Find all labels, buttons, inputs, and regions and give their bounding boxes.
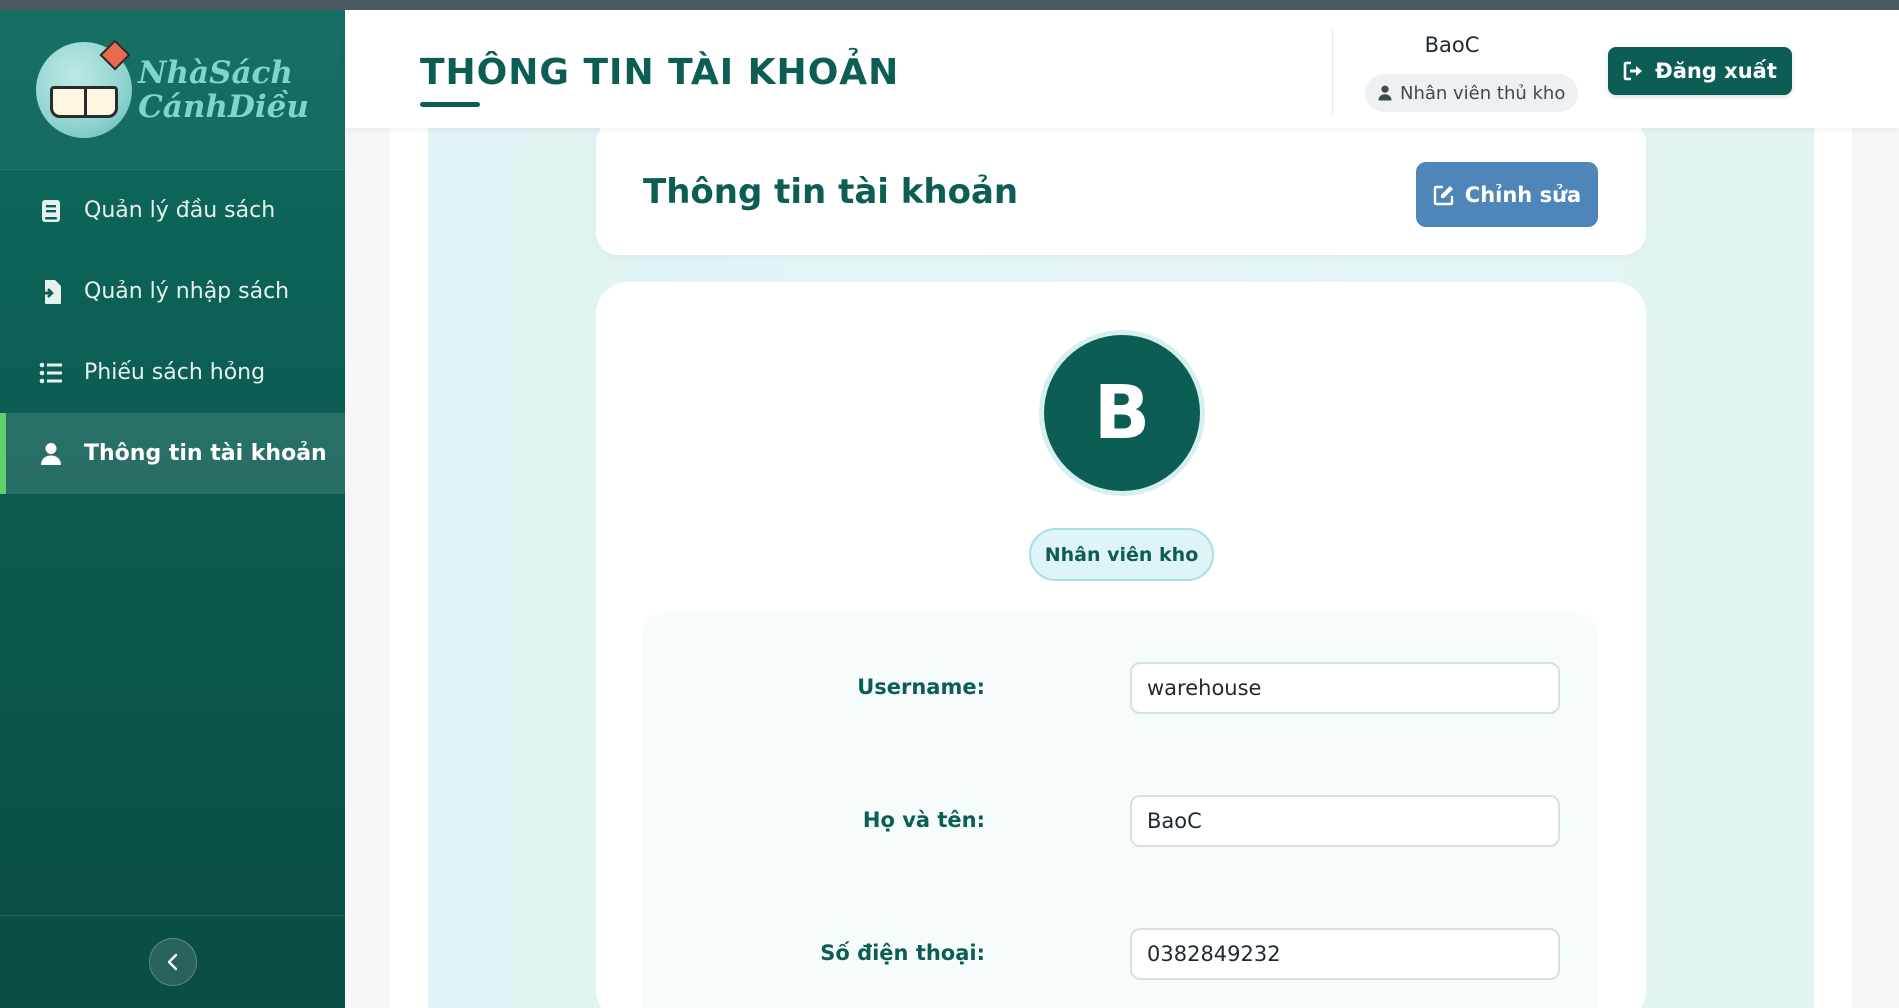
sidebar-footer — [0, 915, 345, 1008]
fullname-label: Họ và tên: — [862, 808, 985, 832]
edit-button[interactable]: Chỉnh sửa — [1416, 162, 1598, 227]
book-icon — [38, 198, 64, 224]
collapse-sidebar-button[interactable] — [148, 938, 197, 986]
title-underline — [420, 102, 480, 107]
logout-label: Đăng xuất — [1655, 59, 1777, 83]
sidebar-item-damaged-books[interactable]: Phiếu sách hỏng — [0, 332, 345, 413]
open-book-icon — [50, 85, 119, 118]
logo-emblem-icon — [36, 38, 133, 138]
sidebar-nav: Quản lý đầu sách Quản lý nhập sách Phiếu… — [0, 170, 345, 494]
user-role: Nhân viên thủ kho — [1400, 82, 1566, 104]
sidebar-item-label: Phiếu sách hỏng — [84, 360, 266, 385]
account-header-card: Thông tin tài khoản Chỉnh sửa — [596, 120, 1646, 255]
avatar: B — [1044, 335, 1200, 491]
phone-field[interactable] — [1130, 928, 1560, 980]
header-divider — [1332, 30, 1333, 114]
edit-icon — [1433, 185, 1453, 205]
edit-label: Chỉnh sửa — [1464, 182, 1582, 207]
fullname-field[interactable] — [1130, 795, 1560, 847]
logo[interactable]: NhàSách CánhDiều — [0, 10, 345, 170]
top-header: THÔNG TIN TÀI KHOẢN BaoC Nhân viên thủ k… — [345, 10, 1899, 128]
sidebar-item-label: Thông tin tài khoản — [84, 441, 327, 466]
profile-card: B Nhân viên kho Username: Họ và tên: Số … — [596, 282, 1646, 1008]
sidebar-item-label: Quản lý đầu sách — [84, 198, 276, 223]
page-title: THÔNG TIN TÀI KHOẢN — [420, 52, 900, 93]
user-icon — [1378, 85, 1392, 101]
sidebar-item-book-import[interactable]: Quản lý nhập sách — [0, 251, 345, 332]
user-role-chip: Nhân viên thủ kho — [1365, 74, 1579, 112]
user-icon — [38, 441, 64, 467]
file-import-icon — [38, 279, 64, 305]
username-label: Username: — [857, 675, 985, 699]
sign-out-icon — [1623, 61, 1643, 81]
sidebar-item-label: Quản lý nhập sách — [84, 279, 290, 304]
profile-form: Username: Họ và tên: Số điện thoại: — [642, 612, 1597, 1008]
logo-line-2: CánhDiều — [138, 88, 309, 125]
logout-button[interactable]: Đăng xuất — [1608, 47, 1792, 95]
window-top-strip — [0, 0, 1899, 10]
kite-icon — [99, 38, 131, 71]
role-badge: Nhân viên kho — [1029, 528, 1214, 581]
chevron-left-icon — [167, 953, 177, 971]
sidebar: NhàSách CánhDiều Quản lý đầu sách Quản l… — [0, 10, 345, 1008]
card-title: Thông tin tài khoản — [643, 172, 1019, 212]
user-name: BaoC — [1424, 33, 1480, 57]
sidebar-item-book-titles[interactable]: Quản lý đầu sách — [0, 170, 345, 251]
logo-text: NhàSách CánhDiều — [138, 56, 309, 124]
sidebar-item-account-info[interactable]: Thông tin tài khoản — [0, 413, 345, 494]
phone-label: Số điện thoại: — [820, 941, 985, 965]
logo-line-1: NhàSách — [138, 54, 293, 91]
list-icon — [38, 360, 64, 386]
username-field[interactable] — [1130, 662, 1560, 714]
